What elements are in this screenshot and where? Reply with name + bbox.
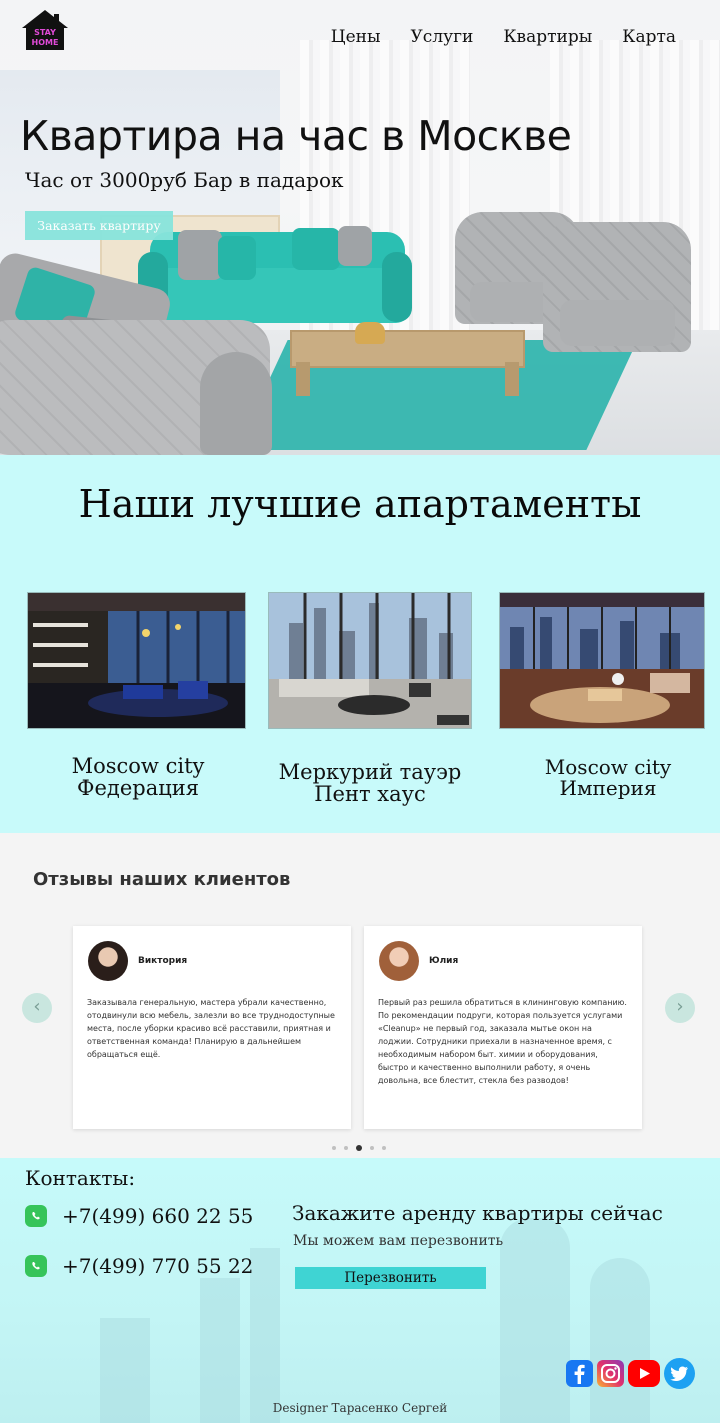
carousel-next-button[interactable]: › bbox=[665, 993, 695, 1023]
reviews-section: Отзывы наших клиентов ‹ Виктория Заказыв… bbox=[0, 833, 720, 1158]
avatar bbox=[88, 941, 128, 981]
apartment-name: Меркурий тауэр Пент хаус bbox=[255, 761, 485, 805]
hero-subtitle: Час от 3000руб Бар в падарок bbox=[25, 168, 344, 192]
background-tower bbox=[590, 1258, 650, 1423]
apartment-card[interactable]: Меркурий тауэр Пент хаус bbox=[268, 592, 472, 805]
apartment-name-line1: Меркурий тауэр bbox=[278, 760, 462, 784]
chevron-left-icon: ‹ bbox=[33, 996, 41, 1017]
apartment-name-line1: Moscow city bbox=[544, 755, 672, 779]
carousel-prev-button[interactable]: ‹ bbox=[22, 993, 52, 1023]
apartment-photo[interactable] bbox=[499, 592, 705, 729]
pillow bbox=[292, 228, 340, 270]
table-leg bbox=[505, 362, 519, 396]
apartment-name: Moscow city Империя bbox=[493, 757, 720, 799]
logo-text-home: HOME bbox=[32, 38, 59, 47]
review-card: Виктория Заказывала генеральную, мастера… bbox=[73, 926, 351, 1129]
apartment-photo[interactable] bbox=[27, 592, 246, 729]
phone-number[interactable]: +7(499) 770 55 22 bbox=[62, 1254, 253, 1278]
facebook-icon[interactable] bbox=[566, 1360, 593, 1387]
apartment-name: Moscow city Федерация bbox=[23, 755, 253, 799]
whatsapp-icon bbox=[25, 1255, 47, 1277]
apartment-empire-image bbox=[500, 593, 704, 728]
review-text: Заказывала генеральную, мастера убрали к… bbox=[87, 998, 335, 1059]
table-leg bbox=[296, 362, 310, 396]
hero-section: STAY HOME Цены Услуги Квартиры Карта Ква… bbox=[0, 0, 720, 455]
apartment-mercury-image bbox=[269, 593, 471, 728]
reviews-title: Отзывы наших клиентов bbox=[33, 869, 291, 890]
contacts-title: Контакты: bbox=[25, 1166, 136, 1190]
apartment-card[interactable]: Moscow city Империя bbox=[499, 592, 705, 799]
apartment-photo[interactable] bbox=[268, 592, 472, 729]
whatsapp-icon bbox=[25, 1205, 47, 1227]
reviewer-name: Виктория bbox=[138, 956, 188, 966]
phone-number[interactable]: +7(499) 660 22 55 bbox=[62, 1204, 253, 1228]
avatar bbox=[379, 941, 419, 981]
logo[interactable]: STAY HOME bbox=[20, 8, 70, 53]
pillow bbox=[338, 226, 372, 266]
review-text: Первый раз решила обратиться в клинингов… bbox=[378, 998, 627, 1085]
carousel-dot[interactable] bbox=[382, 1146, 386, 1150]
phone-row[interactable]: +7(499) 660 22 55 bbox=[25, 1204, 253, 1228]
contacts-section: Контакты: +7(499) 660 22 55 +7(499) 770 … bbox=[0, 1158, 720, 1423]
chevron-right-icon: › bbox=[676, 996, 684, 1017]
hero-title: Квартира на час в Москве bbox=[20, 112, 572, 160]
armchair-seat bbox=[560, 300, 675, 346]
cta-subtitle: Мы можем вам перезвонить bbox=[293, 1233, 504, 1249]
house-logo-icon: STAY HOME bbox=[22, 10, 68, 50]
nav-item-map[interactable]: Карта bbox=[622, 27, 676, 47]
carousel-dot[interactable] bbox=[370, 1146, 374, 1150]
callback-button[interactable]: Перезвонить bbox=[295, 1267, 486, 1289]
apartment-name-line2: Федерация bbox=[77, 776, 199, 800]
carousel-dots bbox=[332, 1145, 386, 1151]
apartment-card[interactable]: Moscow city Федерация bbox=[27, 592, 246, 799]
apartment-federation-image bbox=[28, 593, 245, 728]
apartment-name-line1: Moscow city bbox=[71, 754, 205, 778]
instagram-icon[interactable] bbox=[597, 1360, 624, 1387]
youtube-icon[interactable] bbox=[628, 1360, 660, 1387]
grey-sofa-arm bbox=[200, 352, 272, 455]
carousel-dot-active[interactable] bbox=[356, 1145, 362, 1151]
reviewer-name: Юлия bbox=[429, 956, 459, 966]
order-apartment-button[interactable]: Заказать квартиру bbox=[25, 211, 173, 240]
apartments-section: Наши лучшие апартаменты Moscow city Феде… bbox=[0, 455, 720, 833]
nav-item-services[interactable]: Услуги bbox=[411, 27, 474, 47]
main-nav: Цены Услуги Квартиры Карта bbox=[331, 27, 676, 47]
nav-item-prices[interactable]: Цены bbox=[331, 27, 381, 47]
vase bbox=[355, 322, 385, 344]
carousel-dot[interactable] bbox=[332, 1146, 336, 1150]
social-links bbox=[566, 1358, 695, 1389]
page: STAY HOME Цены Услуги Квартиры Карта Ква… bbox=[0, 0, 720, 1423]
coffee-table bbox=[290, 330, 525, 368]
teal-sofa-arm bbox=[382, 252, 412, 322]
apartments-title: Наши лучшие апартаменты bbox=[78, 482, 642, 526]
logo-text-stay: STAY bbox=[34, 28, 56, 37]
carousel-dot[interactable] bbox=[344, 1146, 348, 1150]
phone-row[interactable]: +7(499) 770 55 22 bbox=[25, 1254, 253, 1278]
background-tower bbox=[500, 1218, 570, 1423]
designer-credit: Designer Тарасенко Сергей bbox=[272, 1401, 448, 1415]
review-card: Юлия Первый раз решила обратиться в клин… bbox=[364, 926, 642, 1129]
apartment-name-line2: Империя bbox=[559, 776, 657, 800]
pillow bbox=[218, 236, 256, 280]
nav-item-apartments[interactable]: Квартиры bbox=[503, 27, 592, 47]
pillow bbox=[178, 230, 222, 280]
cta-title: Закажите аренду квартиры сейчас bbox=[292, 1201, 663, 1225]
apartment-name-line2: Пент хаус bbox=[314, 782, 426, 806]
twitter-icon[interactable] bbox=[664, 1358, 695, 1389]
background-tower bbox=[250, 1248, 280, 1423]
